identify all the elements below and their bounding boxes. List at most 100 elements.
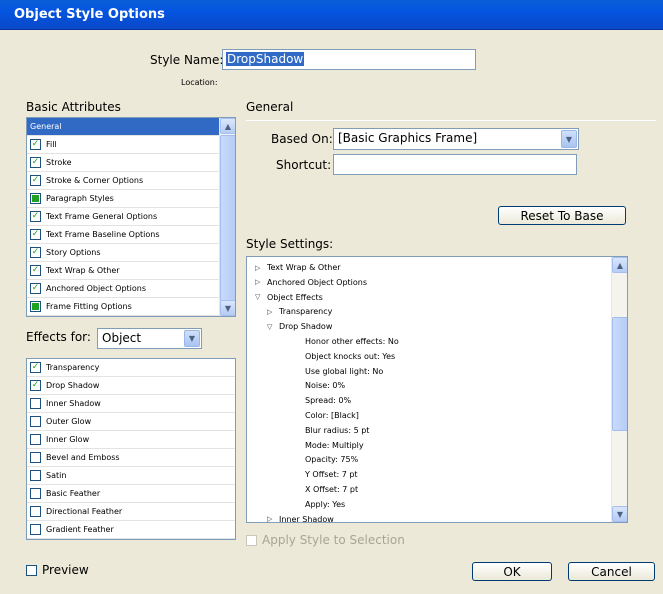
- list-item[interactable]: General: [27, 118, 219, 136]
- tree-row: Spread: 0%: [305, 396, 351, 405]
- window-title: Object Style Options: [14, 7, 165, 22]
- tree-row-label: Drop Shadow: [279, 322, 333, 332]
- apply-style-label: Apply Style to Selection: [262, 533, 405, 547]
- cancel-button[interactable]: Cancel: [568, 562, 655, 581]
- list-item-label: Text Wrap & Other: [46, 266, 120, 275]
- tree-row-label: Anchored Object Options: [267, 277, 368, 287]
- tree-row-label: Opacity: 75%: [305, 455, 359, 465]
- checkbox-checked-icon[interactable]: ✓: [30, 211, 41, 222]
- style-name-input[interactable]: DropShadow: [222, 49, 476, 70]
- list-item[interactable]: ✓ Stroke: [27, 154, 219, 172]
- checkbox-empty-icon[interactable]: [30, 506, 41, 517]
- tree-row-label: Blur radius: 5 pt: [305, 425, 370, 435]
- checkbox-checked-icon[interactable]: ✓: [30, 265, 41, 276]
- list-item-label: Anchored Object Options: [46, 284, 147, 293]
- expanded-triangle-icon[interactable]: ▽: [255, 293, 263, 301]
- checkbox-empty-icon[interactable]: [30, 470, 41, 481]
- list-item[interactable]: ✓ Anchored Object Options: [27, 280, 219, 298]
- list-item[interactable]: Satin: [27, 467, 235, 485]
- checkbox-empty-icon[interactable]: [30, 416, 41, 427]
- checkbox-empty-icon[interactable]: [30, 452, 41, 463]
- checkbox-checked-icon[interactable]: ✓: [30, 247, 41, 258]
- checkbox-checked-icon[interactable]: ✓: [30, 139, 41, 150]
- style-settings-tree[interactable]: ▷ Text Wrap & Other ▷ Anchored Object Optio…: [246, 256, 628, 523]
- collapsed-triangle-icon[interactable]: ▷: [267, 308, 275, 316]
- list-item[interactable]: Directional Feather: [27, 503, 235, 521]
- list-item[interactable]: ✓ Drop Shadow: [27, 377, 235, 395]
- list-item-label: Outer Glow: [46, 417, 92, 426]
- collapsed-triangle-icon[interactable]: ▷: [255, 264, 263, 272]
- tree-row[interactable]: ▷ Inner Shadow: [267, 515, 334, 522]
- list-item[interactable]: ✓ Transparency: [27, 359, 235, 377]
- list-item-label: Text Frame Baseline Options: [46, 230, 160, 239]
- scroll-down-icon[interactable]: ▼: [220, 300, 235, 316]
- style-name-label: Style Name:: [150, 53, 224, 67]
- effects-for-select[interactable]: Object ▼: [97, 328, 202, 349]
- list-item[interactable]: ✓ Fill: [27, 136, 219, 154]
- list-item[interactable]: ✓ Text Frame General Options: [27, 208, 219, 226]
- style-settings-rows: ▷ Text Wrap & Other ▷ Anchored Object Optio…: [247, 257, 610, 522]
- list-item[interactable]: Inner Shadow: [27, 395, 235, 413]
- list-item[interactable]: Frame Fitting Options: [27, 298, 219, 316]
- scroll-thumb[interactable]: [612, 317, 627, 431]
- checkbox-empty-icon[interactable]: [30, 488, 41, 499]
- list-item-label: Inner Shadow: [46, 399, 101, 408]
- list-item[interactable]: ✓ Text Frame Baseline Options: [27, 226, 219, 244]
- tree-row[interactable]: ▽ Drop Shadow: [267, 322, 332, 331]
- style-name-value: DropShadow: [226, 52, 305, 66]
- tree-row: Color: [Black]: [305, 411, 359, 420]
- tree-row[interactable]: ▷ Text Wrap & Other: [255, 263, 341, 272]
- checkbox-checked-icon[interactable]: ✓: [30, 175, 41, 186]
- checkbox-checked-icon[interactable]: ✓: [30, 157, 41, 168]
- shortcut-input[interactable]: [333, 154, 577, 175]
- basic-attributes-list[interactable]: General ✓ Fill ✓ Stroke ✓ Stroke & Corner Opti…: [26, 117, 236, 317]
- list-item[interactable]: Bevel and Emboss: [27, 449, 235, 467]
- scroll-up-icon[interactable]: ▲: [220, 118, 235, 134]
- list-item[interactable]: Inner Glow: [27, 431, 235, 449]
- list-item[interactable]: Paragraph Styles: [27, 190, 219, 208]
- checkbox-checked-icon[interactable]: ✓: [30, 362, 41, 373]
- checkbox-checked-icon[interactable]: ✓: [30, 283, 41, 294]
- checkbox-empty-icon[interactable]: [30, 434, 41, 445]
- list-item[interactable]: ✓ Stroke & Corner Options: [27, 172, 219, 190]
- title-bar[interactable]: Object Style Options: [0, 0, 663, 30]
- scroll-thumb[interactable]: [220, 135, 235, 301]
- tree-row[interactable]: ▽ Object Effects: [255, 293, 323, 302]
- ok-button[interactable]: OK: [472, 562, 552, 581]
- apply-style-checkbox[interactable]: Apply Style to Selection: [246, 533, 405, 547]
- style-settings-scrollbar[interactable]: ▲ ▼: [611, 257, 627, 522]
- location-label: Location:: [181, 78, 218, 87]
- style-settings-heading: Style Settings:: [246, 237, 334, 251]
- list-item[interactable]: Gradient Feather: [27, 521, 235, 539]
- checkbox-empty-icon[interactable]: [30, 398, 41, 409]
- expanded-triangle-icon[interactable]: ▽: [267, 323, 275, 331]
- tree-row-label: Y Offset: 7 pt: [305, 470, 358, 480]
- apply-style-check-box-icon: [246, 534, 257, 546]
- list-item-label: Stroke & Corner Options: [46, 176, 144, 185]
- scroll-up-icon[interactable]: ▲: [612, 257, 627, 273]
- tree-row[interactable]: ▷ Transparency: [267, 307, 332, 316]
- list-item[interactable]: ✓ Story Options: [27, 244, 219, 262]
- list-item[interactable]: Basic Feather: [27, 485, 235, 503]
- collapsed-triangle-icon[interactable]: ▷: [255, 278, 263, 286]
- list-item-label: Paragraph Styles: [46, 194, 114, 203]
- list-item[interactable]: Outer Glow: [27, 413, 235, 431]
- checkbox-empty-icon[interactable]: [30, 524, 41, 535]
- tree-row-label: Color: [Black]: [305, 411, 359, 420]
- preview-checkbox[interactable]: Preview: [26, 563, 89, 577]
- list-item[interactable]: ✓ Text Wrap & Other: [27, 262, 219, 280]
- checkbox-checked-icon[interactable]: ✓: [30, 229, 41, 240]
- basic-attributes-scrollbar[interactable]: ▲ ▼: [219, 118, 235, 316]
- checkbox-partial-icon[interactable]: [30, 193, 41, 204]
- shortcut-label: Shortcut:: [276, 158, 332, 172]
- checkbox-partial-icon[interactable]: [30, 301, 41, 312]
- checkbox-checked-icon[interactable]: ✓: [30, 380, 41, 391]
- based-on-select[interactable]: [Basic Graphics Frame] ▼: [333, 128, 579, 150]
- reset-to-base-button[interactable]: Reset To Base: [498, 206, 626, 225]
- tree-row[interactable]: ▷ Anchored Object Options: [255, 278, 367, 287]
- effects-list[interactable]: ✓ Transparency ✓ Drop Shadow Inner Shadow Out…: [26, 358, 236, 540]
- scroll-down-icon[interactable]: ▼: [612, 506, 627, 522]
- collapsed-triangle-icon[interactable]: ▷: [267, 515, 275, 522]
- effects-for-value: Object: [102, 331, 142, 345]
- list-item-label: Drop Shadow: [46, 381, 100, 390]
